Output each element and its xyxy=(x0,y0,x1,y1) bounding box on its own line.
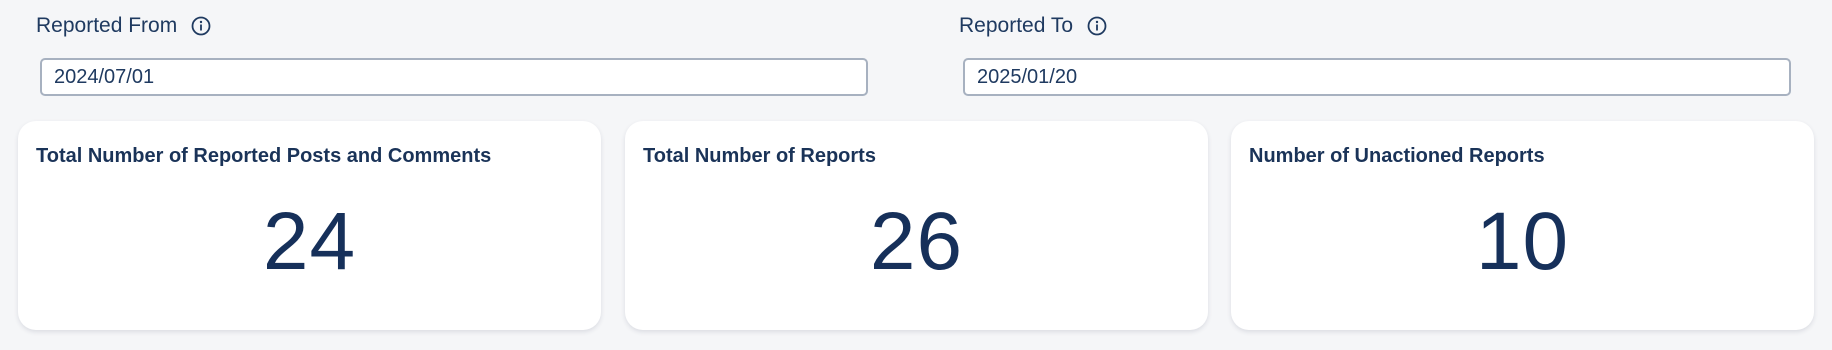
card-title: Total Number of Reported Posts and Comme… xyxy=(36,145,492,167)
card-value: 10 xyxy=(1475,196,1570,287)
date-filters: Reported From Reported To xyxy=(0,0,1832,110)
card-value: 26 xyxy=(869,196,964,287)
info-icon[interactable] xyxy=(1087,16,1107,36)
stat-card-unactioned-reports: Number of Unactioned Reports 10 xyxy=(1231,121,1814,330)
card-value: 24 xyxy=(262,196,357,287)
reported-from-label: Reported From xyxy=(36,14,178,37)
info-icon[interactable] xyxy=(191,16,211,36)
reported-from-input[interactable] xyxy=(40,58,868,96)
reported-to-label: Reported To xyxy=(959,14,1074,37)
card-title: Total Number of Reports xyxy=(643,145,876,167)
stat-card-total-reports: Total Number of Reports 26 xyxy=(625,121,1208,330)
card-title: Number of Unactioned Reports xyxy=(1249,145,1545,167)
reported-from-label-row: Reported From xyxy=(36,13,211,39)
reported-to-input[interactable] xyxy=(963,58,1791,96)
reported-to-label-row: Reported To xyxy=(959,13,1107,39)
stat-card-reported-posts-comments: Total Number of Reported Posts and Comme… xyxy=(18,121,601,330)
